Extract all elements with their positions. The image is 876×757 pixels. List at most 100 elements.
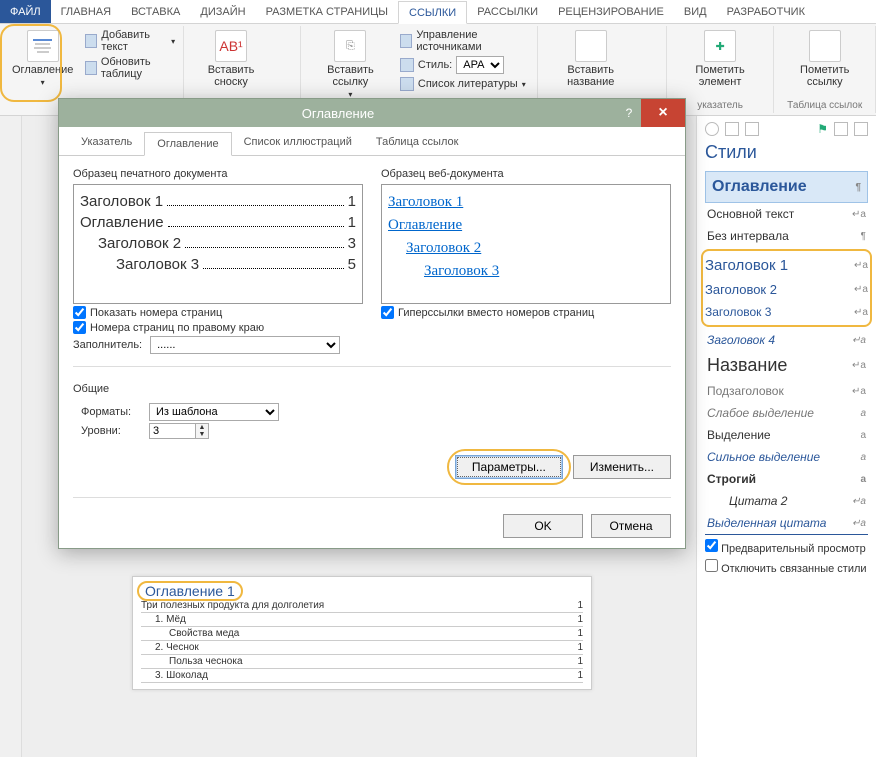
styles-pane: ⚑ Стили Оглавление¶Основной текст↵aБез и… [696,116,876,757]
style-item[interactable]: Цитата 2↵a [705,490,868,512]
leader-select[interactable]: ...... [150,336,340,354]
style-item[interactable]: Заголовок 1↵a [703,253,870,278]
formats-select[interactable]: Из шаблона [149,403,279,421]
citation-icon: ⎘ [334,30,366,62]
dialog-titlebar[interactable]: Оглавление ? × [59,99,685,127]
style-item[interactable]: Основной текст↵a [705,203,868,225]
doc-toc-row: Три полезных продукта для долголетия1 [141,599,583,613]
style-icon [400,58,414,72]
disable-linked-checkbox[interactable]: Отключить связанные стили [705,559,868,575]
style-item[interactable]: Без интервала¶ [705,225,868,247]
web-preview-label: Образец веб-документа [381,168,504,180]
mark-citation-button[interactable]: Пометить ссылку [780,28,869,90]
style-item[interactable]: Название↵a [705,351,868,380]
dialog-title: Оглавление [59,106,617,121]
style-item[interactable]: Заголовок 2↵a [703,278,870,301]
style-item[interactable]: Заголовок 3↵a [703,301,870,323]
dialog-tab[interactable]: Оглавление [144,132,231,156]
flag-icon[interactable]: ⚑ [817,122,828,136]
style-item[interactable]: Выделениеa [705,424,868,446]
style-item[interactable]: Слабое выделениеa [705,402,868,424]
dialog-tab[interactable]: Указатель [69,131,144,155]
group-label: Таблица ссылок [780,100,869,111]
insert-citation-button[interactable]: ⎘ Вставить ссылку▾ [307,28,394,101]
spinner-down-icon[interactable]: ▼ [196,431,208,438]
toc-dialog: Оглавление ? × УказательОглавлениеСписок… [58,98,686,549]
print-preview-label: Образец печатного документа [73,168,228,180]
style-item[interactable]: Подзаголовок↵a [705,380,868,402]
insert-footnote-button[interactable]: AB¹ Вставить сноску [190,28,272,90]
styles-tool-icon[interactable] [834,122,848,136]
web-preview-box: Заголовок 1ОглавлениеЗаголовок 2Заголово… [381,184,671,304]
levels-spinner[interactable]: ▲▼ [149,423,209,439]
ribbon-tab-рецензирование[interactable]: РЕЦЕНЗИРОВАНИЕ [548,0,674,23]
caption-sub-icon[interactable] [642,28,660,46]
dropdown-arrow-icon: ▾ [41,78,45,87]
dialog-tab[interactable]: Таблица ссылок [364,131,471,155]
style-item[interactable]: Строгийa [705,468,868,490]
close-icon[interactable]: × [641,99,685,127]
style-item[interactable]: Оглавление¶ [705,171,868,203]
right-align-checkbox[interactable]: Номера страниц по правому краю [73,321,363,334]
doc-toc-row: 3. Шоколад1 [141,669,583,683]
biblio-icon [400,77,414,91]
footnote-sub-icon[interactable] [276,28,294,46]
add-text-button[interactable]: Добавить текст▾ [83,28,177,54]
ribbon-tab-разметка страницы[interactable]: РАЗМЕТКА СТРАНИЦЫ [256,0,398,23]
update-table-button[interactable]: Обновить таблицу [83,55,177,81]
styles-toolbar: ⚑ [705,122,868,136]
styles-tool-icon[interactable] [705,122,719,136]
styles-tool-icon[interactable] [725,122,739,136]
ribbon-tabs: ФАЙЛГЛАВНАЯВСТАВКАДИЗАЙНРАЗМЕТКА СТРАНИЦ… [0,0,876,24]
ribbon-tab-ссылки[interactable]: ССЫЛКИ [398,1,467,24]
ribbon-tab-разработчик[interactable]: РАЗРАБОТЧИК [717,0,815,23]
toc-button[interactable]: Оглавление ▾ [6,28,79,89]
ribbon-group-toa: Пометить ссылку Таблица ссылок [774,26,876,113]
ok-button[interactable]: OK [503,514,583,538]
leader-label: Заполнитель: [73,339,142,351]
general-label: Общие [73,383,671,395]
styles-tool-icon[interactable] [854,122,868,136]
ribbon-tab-вставка[interactable]: ВСТАВКА [121,0,190,23]
web-preview-link[interactable]: Оглавление [388,214,664,237]
footnote-icon: AB¹ [215,30,247,62]
insert-caption-button[interactable]: Вставить название [544,28,638,90]
dialog-tab[interactable]: Список иллюстраций [232,131,364,155]
mark-citation-icon [809,30,841,62]
style-item[interactable]: Выделенная цитата↵a [705,512,868,535]
modify-button[interactable]: Изменить... [573,455,671,479]
ribbon-tab-рассылки[interactable]: РАССЫЛКИ [467,0,548,23]
style-item[interactable]: Сильное выделениеa [705,446,868,468]
styles-tool-icon[interactable] [745,122,759,136]
help-icon[interactable]: ? [617,106,641,120]
ribbon-tab-главная[interactable]: ГЛАВНАЯ [51,0,121,23]
footnote-sub-icon-2[interactable] [276,48,294,66]
highlight-heading-styles: Заголовок 1↵aЗаголовок 2↵aЗаголовок 3↵a [701,249,872,327]
levels-label: Уровни: [81,425,141,437]
web-preview-link[interactable]: Заголовок 1 [388,191,664,214]
manage-sources-button[interactable]: Управление источниками [398,28,531,54]
mark-entry-icon: ✚ [704,30,736,62]
formats-label: Форматы: [81,406,141,418]
print-preview-entry: Заголовок 11 [80,191,356,212]
caption-sub-icon-2[interactable] [642,48,660,66]
cancel-button[interactable]: Отмена [591,514,671,538]
mark-entry-button[interactable]: ✚ Пометить элемент [673,28,768,90]
citation-style-select[interactable]: Стиль: APA [398,55,531,75]
ribbon-tab-вид[interactable]: ВИД [674,0,717,23]
print-preview-entry: Оглавление1 [80,212,356,233]
bibliography-button[interactable]: Список литературы▾ [398,76,531,92]
hyperlinks-checkbox[interactable]: Гиперссылки вместо номеров страниц [381,306,671,319]
sources-icon [400,34,412,48]
web-preview-link[interactable]: Заголовок 3 [388,260,664,283]
ribbon-tab-дизайн[interactable]: ДИЗАЙН [190,0,255,23]
vertical-ruler [0,116,22,757]
add-text-icon [85,34,97,48]
web-preview-link[interactable]: Заголовок 2 [388,237,664,260]
ribbon-tab-файл[interactable]: ФАЙЛ [0,0,51,23]
options-button[interactable]: Параметры... [455,455,563,479]
show-page-numbers-checkbox[interactable]: Показать номера страниц [73,306,363,319]
spinner-up-icon[interactable]: ▲ [196,424,208,431]
preview-checkbox[interactable]: Предварительный просмотр [705,539,868,555]
style-item[interactable]: Заголовок 4↵a [705,329,868,351]
